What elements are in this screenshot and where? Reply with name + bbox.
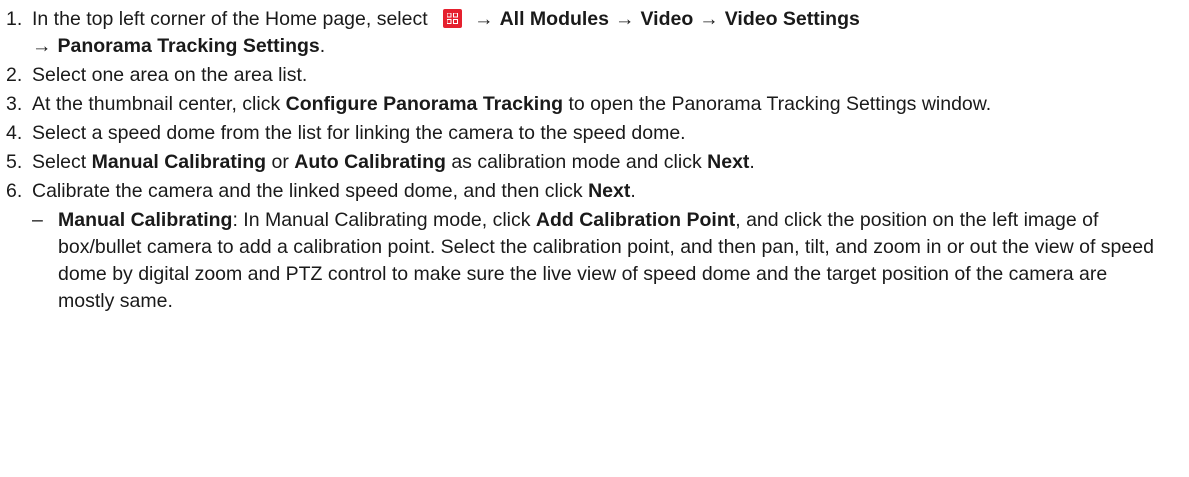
instruction-document: 1. In the top left corner of the Home pa… [0, 0, 1173, 315]
step-text: At the thumbnail center, click Configure… [32, 91, 1163, 118]
arrow-icon: → [474, 8, 494, 30]
grid-menu-icon [443, 9, 463, 28]
auto-calibrating-label: Auto Calibrating [294, 151, 446, 173]
next-label: Next [588, 180, 631, 202]
step-number: 1. [6, 8, 23, 30]
step-number: 5. [6, 151, 23, 173]
step-6-sub-item: – Manual Calibrating: In Manual Calibrat… [32, 207, 1163, 315]
step-intro: In the top left corner of the Home page,… [32, 8, 428, 30]
manual-calibrating-label: Manual Calibrating [58, 209, 233, 231]
step-pre: At the thumbnail center, click [32, 93, 286, 115]
step-end: . [630, 180, 636, 202]
step-number: 3. [6, 93, 23, 115]
sub-item-text: Manual Calibrating: In Manual Calibratin… [58, 207, 1163, 315]
step-mid: or [266, 151, 295, 173]
next-label: Next [707, 151, 750, 173]
path-panorama-tracking-settings: Panorama Tracking Settings [57, 35, 320, 57]
step-1: 1. In the top left corner of the Home pa… [6, 6, 1163, 60]
step-pre: Select [32, 151, 92, 173]
step-text: In the top left corner of the Home page,… [32, 6, 1163, 60]
arrow-icon: → [615, 8, 635, 30]
step-text: Calibrate the camera and the linked spee… [32, 178, 1163, 205]
step-2: 2. Select one area on the area list. [6, 62, 1163, 89]
step-post: to open the Panorama Tracking Settings w… [563, 93, 992, 115]
arrow-icon: → [32, 35, 52, 57]
step-end: . [749, 151, 755, 173]
sub-text-1: : In Manual Calibrating mode, click [232, 209, 536, 231]
step-pre: Calibrate the camera and the linked spee… [32, 180, 589, 202]
step-3: 3. At the thumbnail center, click Config… [6, 91, 1163, 118]
step-number: 2. [6, 64, 23, 86]
step-number: 4. [6, 122, 23, 144]
step-mid2: as calibration mode and click [445, 151, 708, 173]
dash-bullet: – [32, 209, 43, 231]
path-video-settings: Video Settings [724, 8, 860, 30]
step-text: Select Manual Calibrating or Auto Calibr… [32, 149, 1163, 176]
step-text: Select one area on the area list. [32, 64, 308, 86]
step-end: . [319, 35, 326, 57]
arrow-icon: → [699, 8, 719, 30]
add-calibration-point-label: Add Calibration Point [535, 209, 736, 231]
step-5: 5. Select Manual Calibrating or Auto Cal… [6, 149, 1163, 176]
manual-calibrating-label: Manual Calibrating [91, 151, 267, 173]
configure-panorama-tracking-label: Configure Panorama Tracking [285, 93, 564, 115]
step-6: 6. Calibrate the camera and the linked s… [6, 178, 1163, 205]
step-number: 6. [6, 180, 23, 202]
step-text: Select a speed dome from the list for li… [32, 122, 686, 144]
path-video: Video [640, 8, 694, 30]
step-4: 4. Select a speed dome from the list for… [6, 120, 1163, 147]
path-all-modules: All Modules [499, 8, 609, 30]
